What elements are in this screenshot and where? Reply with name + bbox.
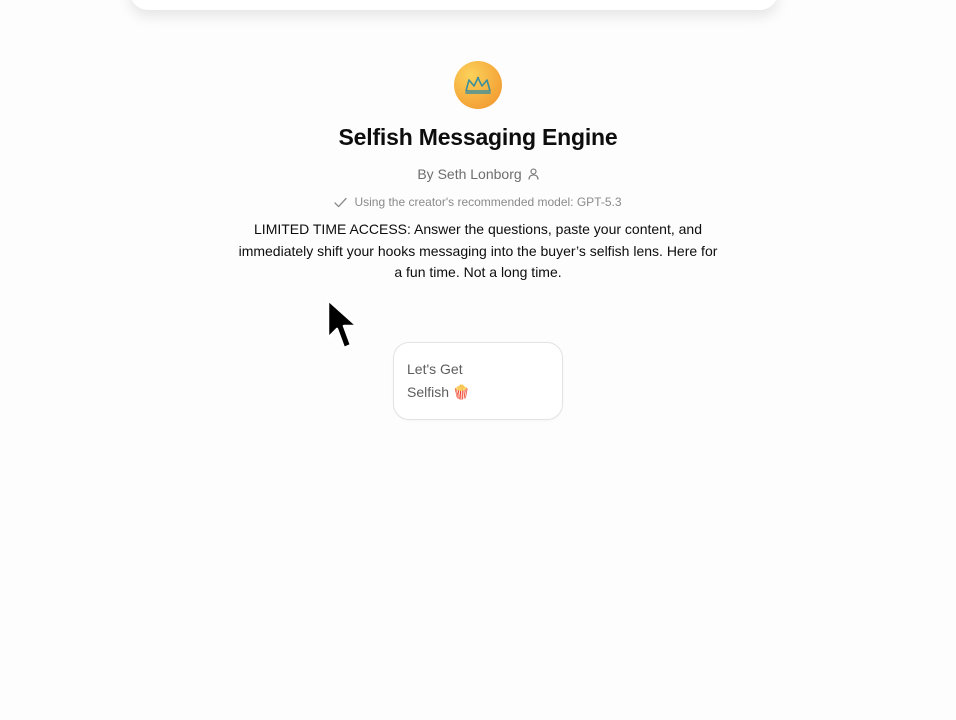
- mouse-pointer-icon: [326, 298, 359, 350]
- recommended-model-note: Using the creator's recommended model: G…: [0, 195, 956, 209]
- model-note-text: Using the creator's recommended model: G…: [354, 195, 622, 209]
- gpt-title: Selfish Messaging Engine: [338, 124, 618, 150]
- check-icon: [334, 197, 348, 207]
- top-panel-edge: [130, 0, 778, 10]
- crown-icon: [465, 76, 491, 94]
- gpt-landing-page: Selfish Messaging Engine By Seth Lonborg…: [0, 0, 956, 720]
- conversation-starter-button[interactable]: Let's Get Selfish 🍿: [393, 342, 563, 420]
- conversation-starter-label: Let's Get Selfish 🍿: [407, 361, 471, 400]
- user-icon: [528, 168, 539, 180]
- author-name[interactable]: By Seth Lonborg: [417, 166, 521, 182]
- author-byline[interactable]: By Seth Lonborg: [0, 166, 956, 182]
- gpt-description: LIMITED TIME ACCESS: Answer the question…: [238, 221, 718, 280]
- gpt-avatar: [454, 61, 502, 109]
